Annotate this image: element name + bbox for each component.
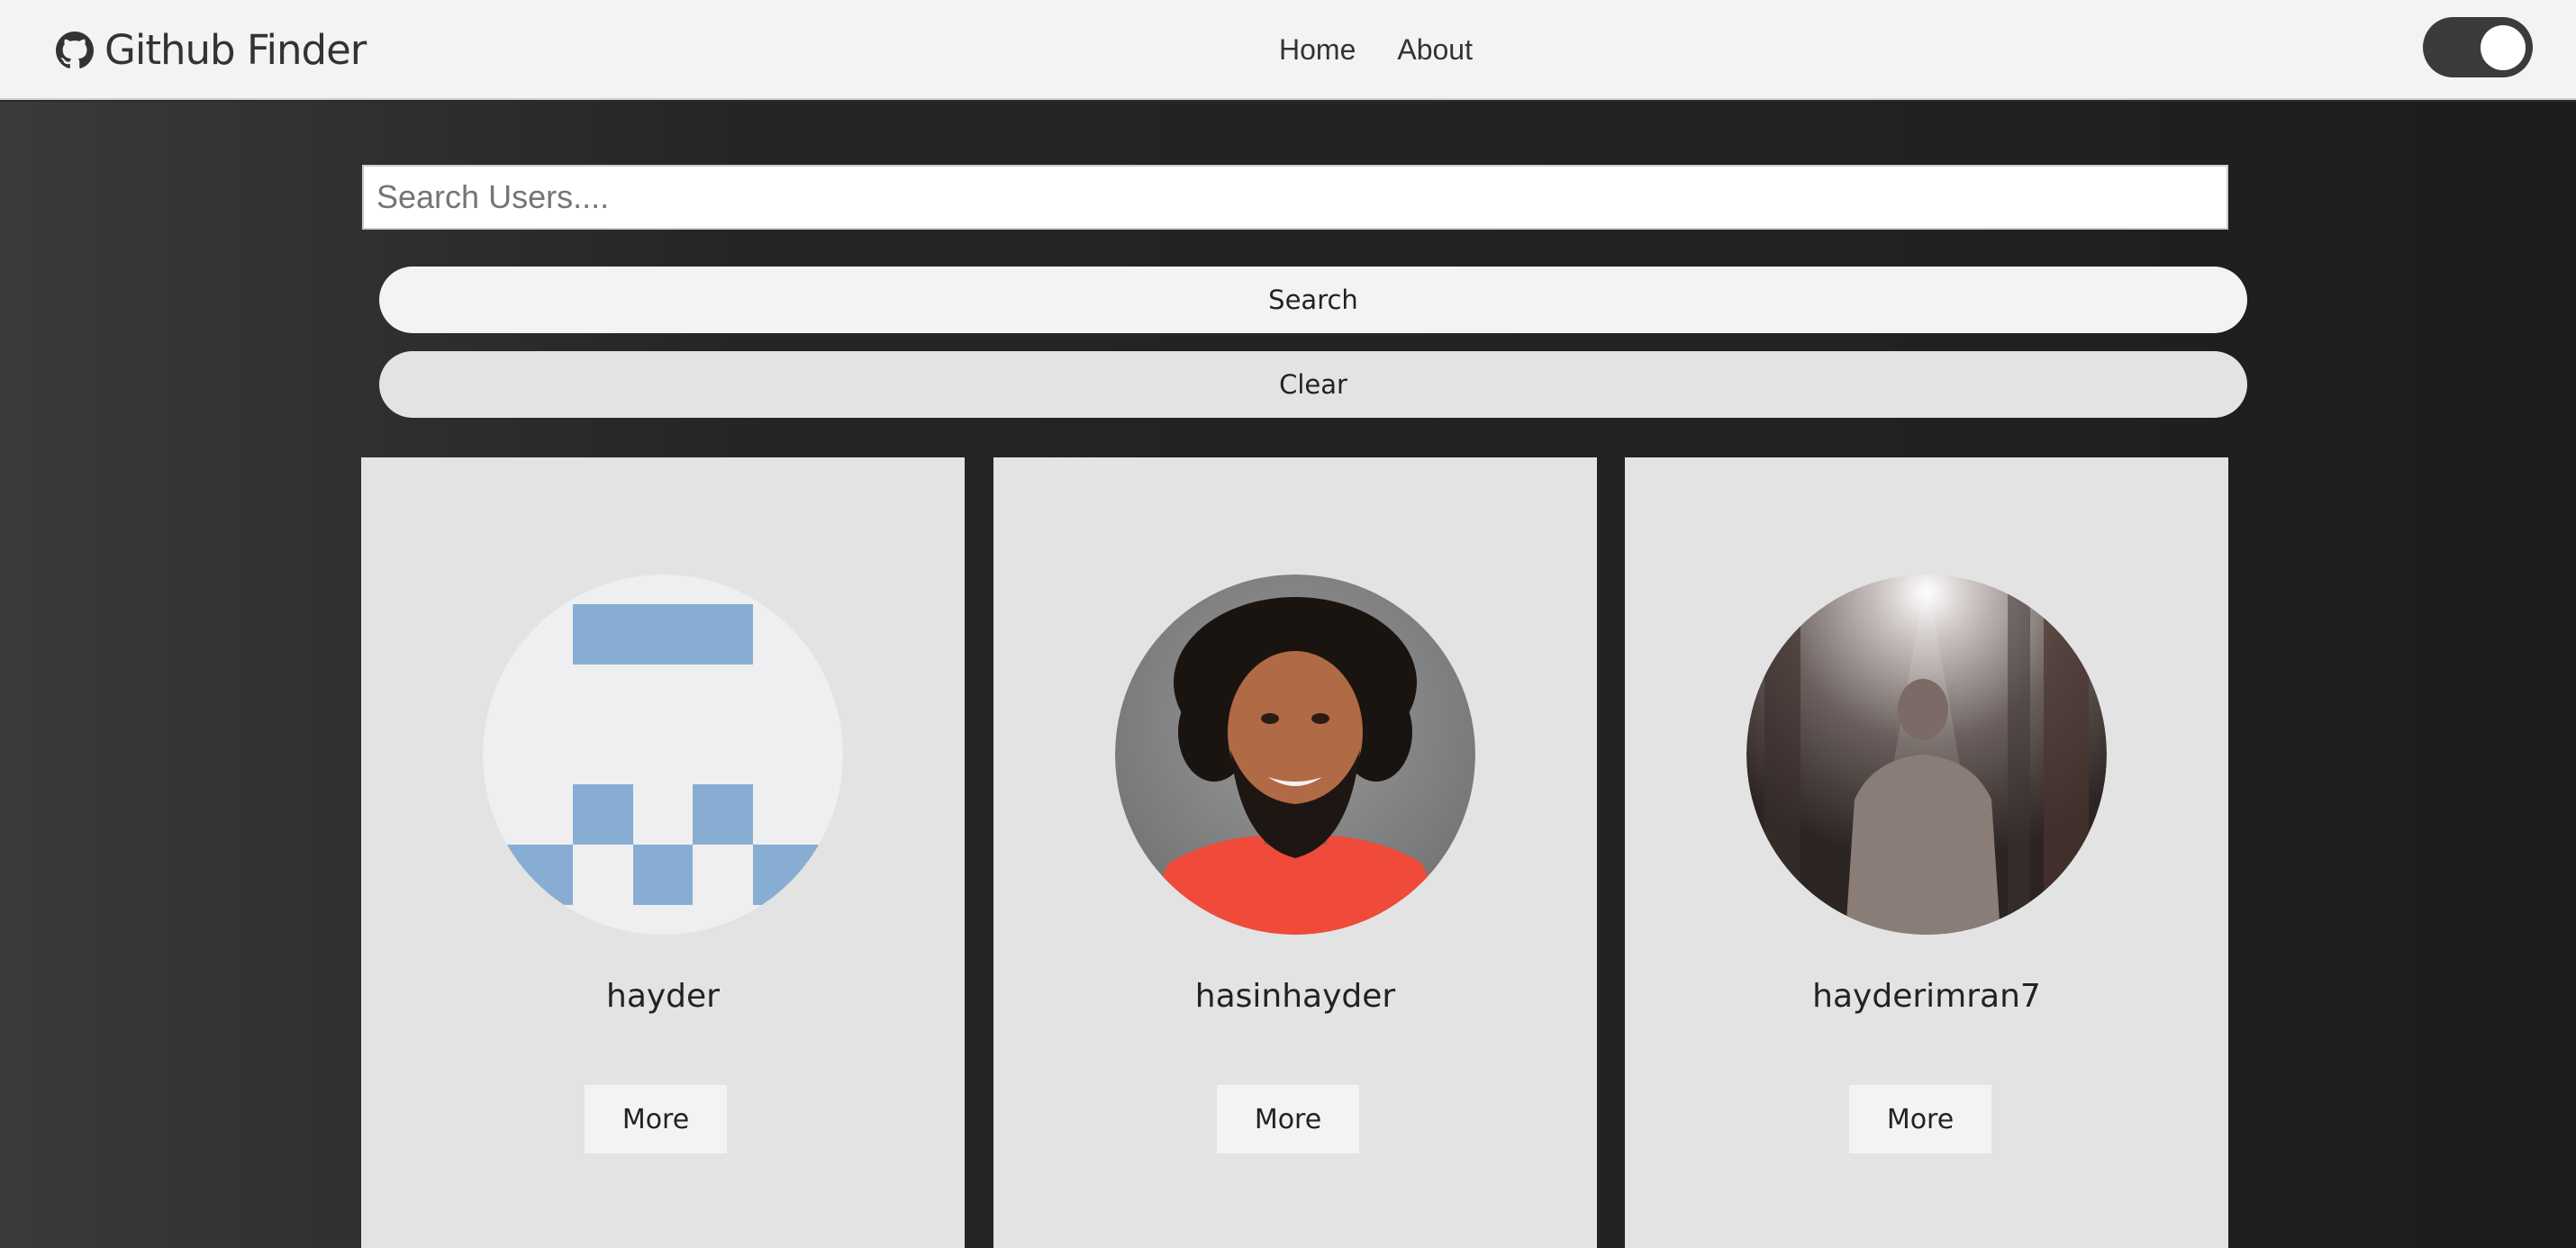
nav-link-about[interactable]: About [1397,33,1473,67]
clear-button[interactable]: Clear [379,351,2247,418]
search-input[interactable] [362,165,2228,230]
navbar: Github Finder Home About [0,0,2576,100]
search-button[interactable]: Search [379,267,2247,333]
brand[interactable]: Github Finder [56,0,367,100]
user-avatar [1115,574,1475,935]
username: hayder [606,978,720,1015]
brand-title: Github Finder [104,26,367,74]
user-avatar [1746,574,2107,935]
more-button[interactable]: More [585,1085,727,1153]
github-icon [56,31,94,68]
username: hasinhayder [1194,978,1396,1015]
more-button[interactable]: More [1217,1085,1359,1153]
username: hayderimran7 [1812,978,2041,1015]
more-button[interactable]: More [1849,1085,1991,1153]
theme-toggle[interactable] [2423,17,2533,77]
identicon-avatar [483,574,843,935]
photo-avatar [1115,574,1475,935]
user-card: hayder More [361,457,965,1248]
nav-links: Home About [1279,0,1473,100]
user-card: hayderimran7 More [1625,457,2228,1248]
photo-avatar [1746,574,2107,935]
toggle-knob [2481,25,2526,70]
user-card: hasinhayder More [993,457,1597,1248]
nav-link-home[interactable]: Home [1279,33,1356,67]
user-avatar [483,574,843,935]
